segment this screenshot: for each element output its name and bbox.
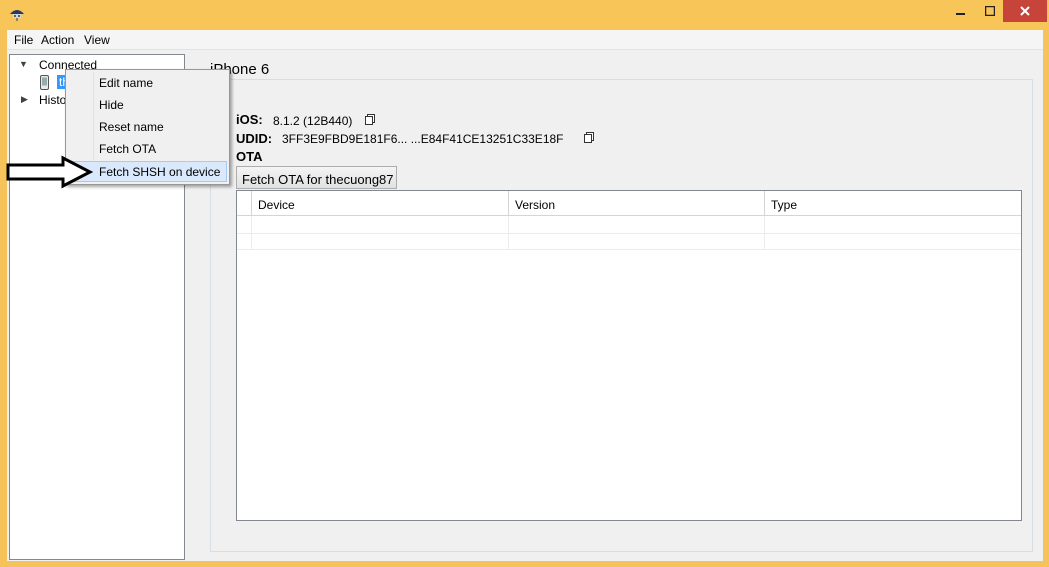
minimize-icon [956,13,965,15]
menu-bar: File Action View [7,30,1043,50]
app-window: File Action View ▼ Connected th ▶ Histo [0,0,1049,567]
tree-node-history-label: Histo [39,93,67,107]
ota-label: OTA [236,149,263,164]
maximize-button[interactable] [976,0,1004,22]
menu-view[interactable]: View [84,33,110,47]
ota-grid[interactable]: Device Version Type [236,190,1022,521]
menu-item-reset-name[interactable]: Reset name [68,116,227,137]
menu-action[interactable]: Action [41,33,74,47]
column-device[interactable]: Device [251,191,508,216]
minimize-button[interactable] [946,0,976,22]
fetch-ota-button[interactable]: Fetch OTA for thecuong87 [236,166,397,189]
expand-right-icon[interactable]: ▶ [21,94,28,105]
maximize-icon [985,6,995,16]
ios-label: iOS: [236,112,263,127]
close-icon [1020,6,1030,16]
column-type[interactable]: Type [764,191,1021,216]
udid-value: 3FF3E9FBD9E181F6... ...E84F41CE13251C33E… [282,132,564,146]
copy-icon[interactable] [365,114,375,125]
copy-icon[interactable] [584,132,594,143]
column-version[interactable]: Version [508,191,765,216]
title-bar[interactable] [0,0,1049,30]
menu-item-edit-name[interactable]: Edit name [68,72,227,93]
menu-item-hide[interactable]: Hide [68,94,227,115]
udid-label: UDID: [236,131,273,146]
grid-divider [764,216,765,249]
grid-header: Device Version Type [237,191,1021,216]
grid-divider [508,216,509,249]
umbrella-app-icon [10,10,24,21]
arrow-right-icon [6,155,93,189]
grid-divider [237,233,1021,234]
ios-value: 8.1.2 (12B440) [273,114,353,128]
expand-down-icon[interactable]: ▼ [19,59,28,69]
close-button[interactable] [1003,0,1047,22]
grid-row-header-corner [237,191,251,216]
grid-divider [237,249,1021,250]
grid-divider [251,216,252,249]
menu-file[interactable]: File [14,33,33,47]
phone-icon [40,75,49,90]
